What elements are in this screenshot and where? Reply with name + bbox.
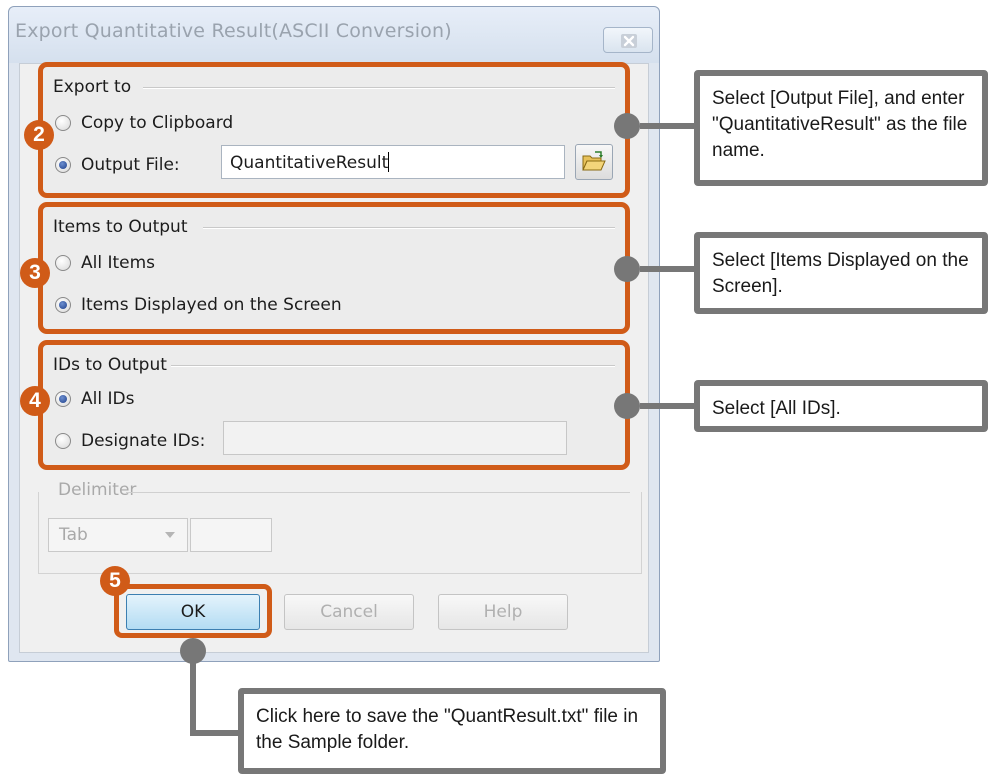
- callout-all-ids: Select [All IDs].: [694, 380, 988, 432]
- callout-anchor-dot: [614, 113, 640, 139]
- ok-button[interactable]: OK: [126, 594, 260, 630]
- designate-ids-radio[interactable]: Designate IDs:: [55, 431, 205, 451]
- callout-connector: [190, 730, 242, 736]
- output-file-input[interactable]: QuantitativeResult: [221, 145, 565, 179]
- group-divider: [143, 87, 615, 89]
- ids-to-output-group: IDs to Output All IDs Designate IDs:: [38, 340, 630, 470]
- callout-connector: [190, 660, 196, 736]
- export-to-group: Export to Copy to Clipboard Output File:…: [38, 62, 630, 198]
- radio-unchecked-icon: [55, 255, 71, 271]
- radio-unchecked-icon: [55, 115, 71, 131]
- items-to-output-group: Items to Output All Items Items Displaye…: [38, 202, 630, 334]
- output-file-value: QuantitativeResult: [230, 153, 389, 173]
- copy-to-clipboard-radio[interactable]: Copy to Clipboard: [55, 113, 233, 133]
- delimiter-custom-field[interactable]: [190, 518, 272, 552]
- radio-unchecked-icon: [55, 433, 71, 449]
- delimiter-select[interactable]: Tab: [48, 518, 188, 552]
- callout-items-displayed: Select [Items Displayed on the Screen].: [694, 232, 988, 314]
- items-displayed-label: Items Displayed on the Screen: [81, 295, 342, 315]
- help-button[interactable]: Help: [438, 594, 568, 630]
- group-divider: [203, 227, 615, 229]
- items-displayed-radio[interactable]: Items Displayed on the Screen: [55, 295, 342, 315]
- radio-checked-icon: [55, 157, 71, 173]
- browse-button[interactable]: [575, 144, 613, 180]
- text-caret: [388, 152, 390, 172]
- output-file-label: Output File:: [81, 155, 180, 175]
- close-icon: [621, 34, 637, 48]
- callout-anchor-dot: [614, 393, 640, 419]
- step-2-badge: 2: [24, 120, 54, 150]
- callout-connector: [640, 123, 698, 129]
- ids-to-output-title: IDs to Output: [53, 355, 167, 375]
- items-to-output-title: Items to Output: [53, 217, 188, 237]
- step-4-badge: 4: [20, 386, 50, 416]
- all-items-label: All Items: [81, 253, 156, 273]
- export-to-title: Export to: [53, 77, 132, 97]
- all-ids-radio[interactable]: All IDs: [55, 389, 134, 409]
- title-bar: Export Quantitative Result(ASCII Convers…: [9, 7, 659, 63]
- chevron-down-icon: [165, 532, 175, 538]
- all-ids-label: All IDs: [81, 389, 135, 409]
- cancel-button[interactable]: Cancel: [284, 594, 414, 630]
- designate-ids-label: Designate IDs:: [81, 431, 206, 451]
- radio-checked-icon: [55, 297, 71, 313]
- step-5-badge: 5: [100, 566, 130, 596]
- callout-connector: [640, 403, 698, 409]
- copy-to-clipboard-label: Copy to Clipboard: [81, 113, 234, 133]
- radio-checked-icon: [55, 391, 71, 407]
- output-file-radio[interactable]: Output File:: [55, 155, 180, 175]
- designate-ids-input[interactable]: [223, 421, 567, 455]
- folder-open-icon: [582, 151, 606, 171]
- callout-output-file: Select [Output File], and enter "Quantit…: [694, 70, 988, 186]
- dialog-title: Export Quantitative Result(ASCII Convers…: [15, 20, 452, 42]
- callout-connector: [640, 266, 698, 272]
- delimiter-selected-value: Tab: [59, 525, 88, 545]
- close-button[interactable]: [603, 27, 653, 53]
- step-3-badge: 3: [20, 258, 50, 288]
- all-items-radio[interactable]: All Items: [55, 253, 155, 273]
- callout-anchor-dot: [614, 256, 640, 282]
- callout-ok-save: Click here to save the "QuantResult.txt"…: [238, 688, 666, 774]
- group-divider: [171, 365, 615, 367]
